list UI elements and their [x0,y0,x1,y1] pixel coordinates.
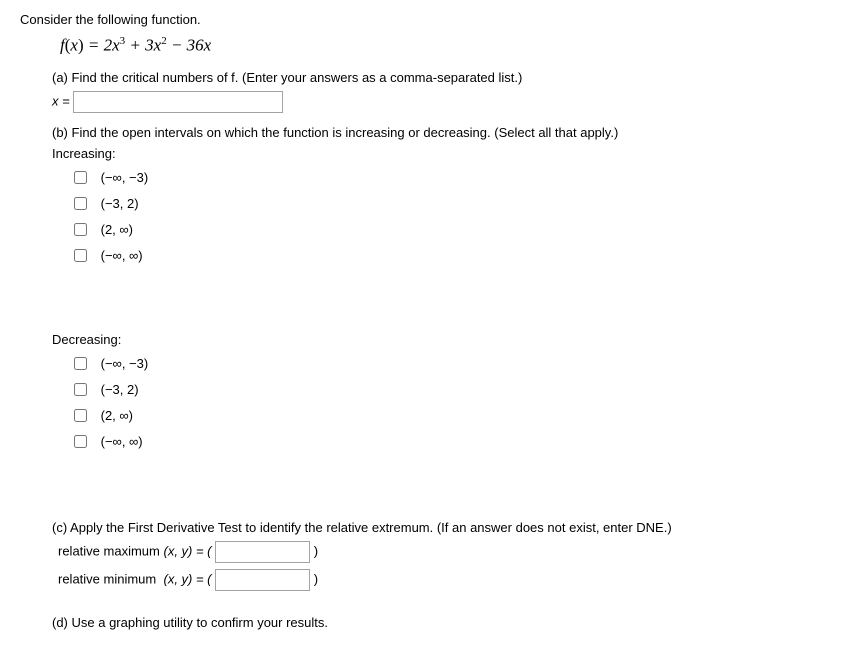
part-d-prompt: (d) Use a graphing utility to confirm yo… [52,615,822,630]
decreasing-options: (−∞, −3) (−3, 2) (2, ∞) (−∞, ∞) [70,354,822,451]
increasing-options: (−∞, −3) (−3, 2) (2, ∞) (−∞, ∞) [70,168,822,265]
inc-label-4: (−∞, ∞) [101,248,143,263]
dec-label-1: (−∞, −3) [101,356,149,371]
inc-checkbox-1[interactable] [74,171,87,184]
rel-min-input[interactable] [215,569,310,591]
inc-checkbox-3[interactable] [74,223,87,236]
inc-label-2: (−3, 2) [101,196,139,211]
inc-checkbox-4[interactable] [74,249,87,262]
critical-numbers-input[interactable] [73,91,283,113]
inc-label-1: (−∞, −3) [101,170,149,185]
function-formula: f(x) = 2x3 + 3x2 − 36x [60,35,822,56]
dec-checkbox-3[interactable] [74,409,87,422]
x-equals-label: x = [52,93,73,108]
dec-label-3: (2, ∞) [101,408,133,423]
inc-label-3: (2, ∞) [101,222,133,237]
xy-eq-label-min: (x, y) = ( [163,571,211,586]
close-paren-min: ) [314,571,318,586]
part-a-prompt: (a) Find the critical numbers of f. (Ent… [52,70,822,85]
dec-checkbox-1[interactable] [74,357,87,370]
part-c-prompt: (c) Apply the First Derivative Test to i… [52,520,822,535]
intro-text: Consider the following function. [20,12,822,27]
dec-checkbox-4[interactable] [74,435,87,448]
dec-label-2: (−3, 2) [101,382,139,397]
dec-label-4: (−∞, ∞) [101,434,143,449]
dec-checkbox-2[interactable] [74,383,87,396]
rel-min-label: relative minimum [58,571,156,586]
rel-max-label: relative maximum [58,543,160,558]
part-b-prompt: (b) Find the open intervals on which the… [52,125,822,140]
rel-max-input[interactable] [215,541,310,563]
xy-eq-label-max: (x, y) = ( [163,543,211,558]
close-paren-max: ) [314,543,318,558]
inc-checkbox-2[interactable] [74,197,87,210]
decreasing-label: Decreasing: [52,332,822,347]
increasing-label: Increasing: [52,146,822,161]
